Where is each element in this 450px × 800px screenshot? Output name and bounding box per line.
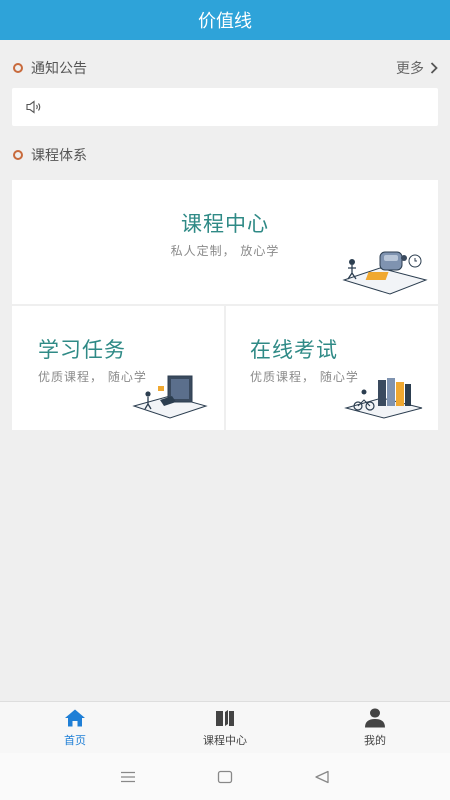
learning-tasks-title: 学习任务 — [38, 338, 126, 362]
back-triangle-icon[interactable] — [307, 767, 337, 787]
backpack-illustration-icon — [342, 251, 428, 295]
notice-section-title: 通知公告 — [31, 61, 87, 77]
home-icon — [65, 709, 85, 726]
books-illustration-icon — [344, 378, 423, 419]
learning-tasks-card[interactable]: 学习任务 优质课程， 随心学 — [12, 306, 224, 430]
book-icon — [216, 709, 234, 726]
home-square-icon[interactable] — [210, 767, 240, 787]
online-exam-card[interactable]: 在线考试 优质课程， 随心学 — [226, 306, 438, 430]
section-dot-icon — [13, 150, 23, 160]
app-header: 价值线 — [0, 0, 450, 40]
more-label: 更多 — [396, 61, 424, 77]
notice-section-header: 通知公告 更多 — [12, 56, 438, 80]
online-exam-subtitle: 优质课程， 随心学 — [250, 370, 359, 384]
online-exam-title: 在线考试 — [250, 338, 338, 362]
user-icon — [365, 708, 385, 727]
section-dot-icon — [13, 63, 23, 73]
chevron-right-icon — [430, 62, 438, 74]
system-nav-bar — [0, 753, 450, 800]
courses-section-title: 课程体系 — [31, 148, 87, 164]
course-center-card[interactable]: 课程中心 私人定制， 放心学 — [12, 180, 438, 304]
tab-course-center[interactable]: 课程中心 — [150, 702, 300, 753]
monitor-illustration-icon — [132, 375, 208, 419]
tab-mine[interactable]: 我的 — [300, 702, 450, 753]
tab-home-label: 首页 — [64, 733, 86, 747]
menu-icon[interactable] — [113, 767, 143, 787]
page-title: 价值线 — [198, 11, 252, 32]
tab-mine-label: 我的 — [364, 733, 386, 747]
tab-home[interactable]: 首页 — [0, 702, 150, 753]
notice-bar[interactable] — [12, 88, 438, 126]
courses-section-header: 课程体系 — [12, 143, 438, 167]
course-center-title: 课程中心 — [181, 212, 269, 236]
tab-course-center-label: 课程中心 — [203, 733, 247, 747]
more-link[interactable]: 更多 — [396, 58, 438, 78]
speaker-icon — [26, 100, 41, 114]
bottom-tab-bar: 首页 课程中心 我的 — [0, 701, 450, 753]
